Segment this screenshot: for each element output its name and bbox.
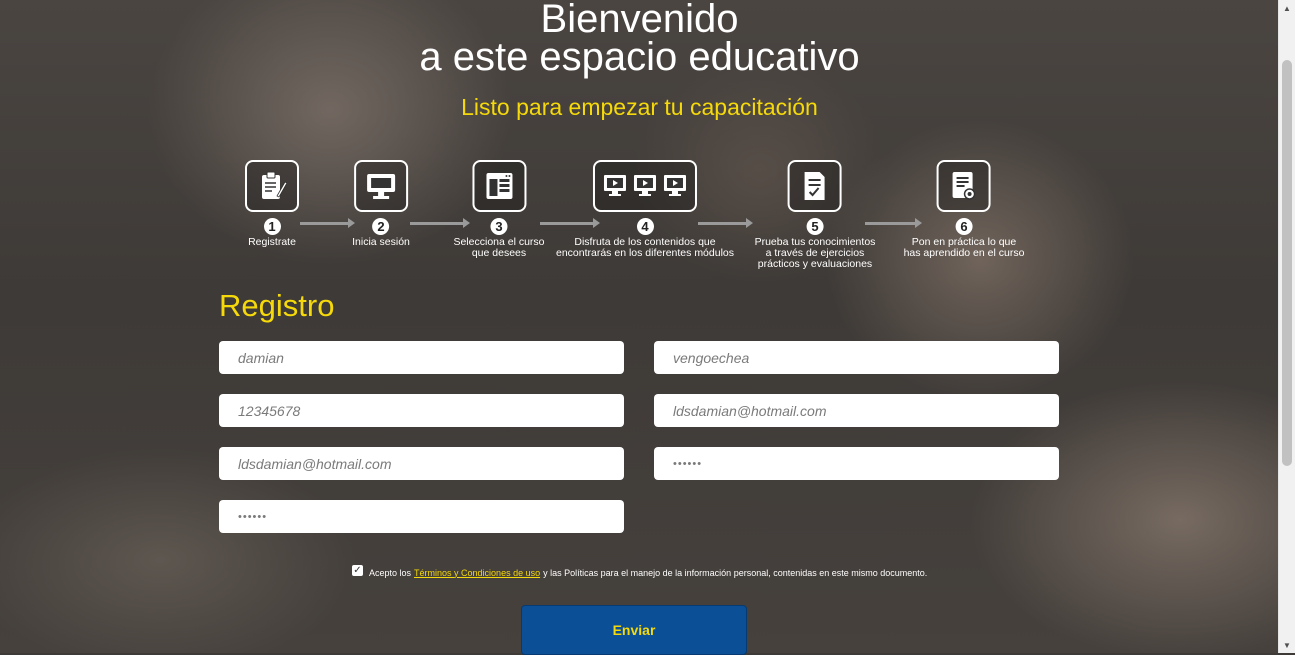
step-arrow [300,218,355,228]
password-confirm-input[interactable]: •••••• [219,500,624,533]
step-arrow [698,218,753,228]
certificate-icon [937,160,991,212]
step-1: 1 Registrate [245,160,299,248]
terms-row: ✓ Acepto los Términos y Condiciones de u… [352,565,928,578]
terms-link[interactable]: Términos y Condiciones de uso [414,568,540,578]
step-label: Disfruta de los contenidos que encontrar… [555,236,735,259]
scroll-up-arrow-icon[interactable]: ▲ [1279,0,1295,16]
step-2: 2 Inicia sesión [352,160,410,248]
monitor-icon [354,160,408,212]
browser-window-icon [472,160,526,212]
terms-checkbox[interactable]: ✓ [352,565,363,576]
step-number: 5 [806,218,824,235]
submit-button[interactable]: Enviar [521,605,747,655]
step-number: 2 [372,218,390,235]
form-heading: Registro [219,288,335,323]
step-label: Selecciona el curso que desees [453,236,545,259]
vertical-scrollbar[interactable]: ▲ ▼ [1278,0,1295,653]
email-confirm-input[interactable]: ldsdamian@hotmail.com [219,447,624,480]
step-number: 1 [263,218,281,235]
step-4: 4 Disfruta de los contenidos que encontr… [556,160,734,259]
step-number: 6 [955,218,973,235]
first-name-input[interactable]: damian [219,341,624,374]
page-title-line2: a este espacio educativo [419,35,860,79]
email-input[interactable]: ldsdamian@hotmail.com [654,394,1059,427]
step-number: 4 [636,218,654,235]
step-5: 5 Prueba tus conocimientos a través de e… [754,160,876,270]
page-subtitle: Listo para empezar tu capacitación [461,94,818,120]
step-number: 3 [490,218,508,235]
step-label: Prueba tus conocimientos a través de eje… [754,236,876,270]
terms-prefix: Acepto los [369,567,412,578]
password-input[interactable]: •••••• [654,447,1059,480]
step-6: 6 Pon en práctica lo que has aprendido e… [903,160,1025,259]
clipboard-icon [245,160,299,212]
terms-suffix: y las Políticas para el manejo de la inf… [543,567,928,578]
scroll-down-arrow-icon[interactable]: ▼ [1279,637,1295,653]
last-name-input[interactable]: vengoechea [654,341,1059,374]
exam-icon [787,160,842,212]
document-input[interactable]: 12345678 [219,394,624,427]
step-3: 3 Selecciona el curso que desees [453,160,545,259]
step-label: Pon en práctica lo que has aprendido en … [903,236,1025,259]
page-title-line1: Bienvenido [540,0,739,41]
step-label: Inicia sesión [352,236,410,248]
scrollbar-thumb[interactable] [1282,60,1292,466]
modules-icon [593,160,697,212]
step-label: Registrate [248,236,296,248]
